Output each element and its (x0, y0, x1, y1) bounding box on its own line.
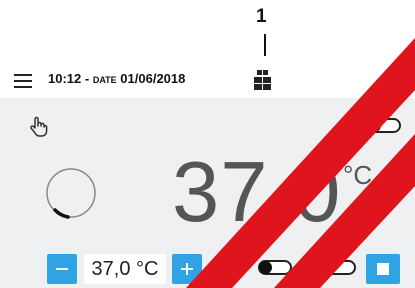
setpoint-value[interactable]: 37,0 °C (84, 254, 166, 284)
stop-button[interactable] (366, 254, 400, 284)
gear-icon[interactable] (387, 67, 409, 89)
increase-button[interactable] (172, 254, 202, 284)
probe-toggle[interactable] (367, 118, 401, 133)
lock-toggle[interactable] (322, 260, 356, 275)
progress-ring (42, 164, 100, 222)
thermometer-probe-icon (338, 112, 362, 138)
door-toggle[interactable] (258, 260, 292, 275)
hamburger-menu-icon[interactable] (14, 73, 36, 89)
temperature-value: 37,0 (172, 145, 342, 240)
door-icon (226, 256, 244, 280)
date-text: 01/06/2018 (120, 71, 186, 86)
callout-number: 1 (256, 6, 267, 27)
hand-pointer-icon (28, 116, 50, 138)
temperature-unit: °C (343, 160, 373, 190)
date-time: 10:12 - DATE 01/06/2018 (48, 71, 185, 86)
date-label: DATE (92, 75, 117, 85)
callout-line (264, 34, 266, 56)
time-text: 10:12 - (48, 71, 90, 86)
lock-icon (303, 259, 317, 277)
decrease-button[interactable] (47, 254, 77, 284)
dashboard-grid-icon[interactable] (252, 69, 274, 91)
